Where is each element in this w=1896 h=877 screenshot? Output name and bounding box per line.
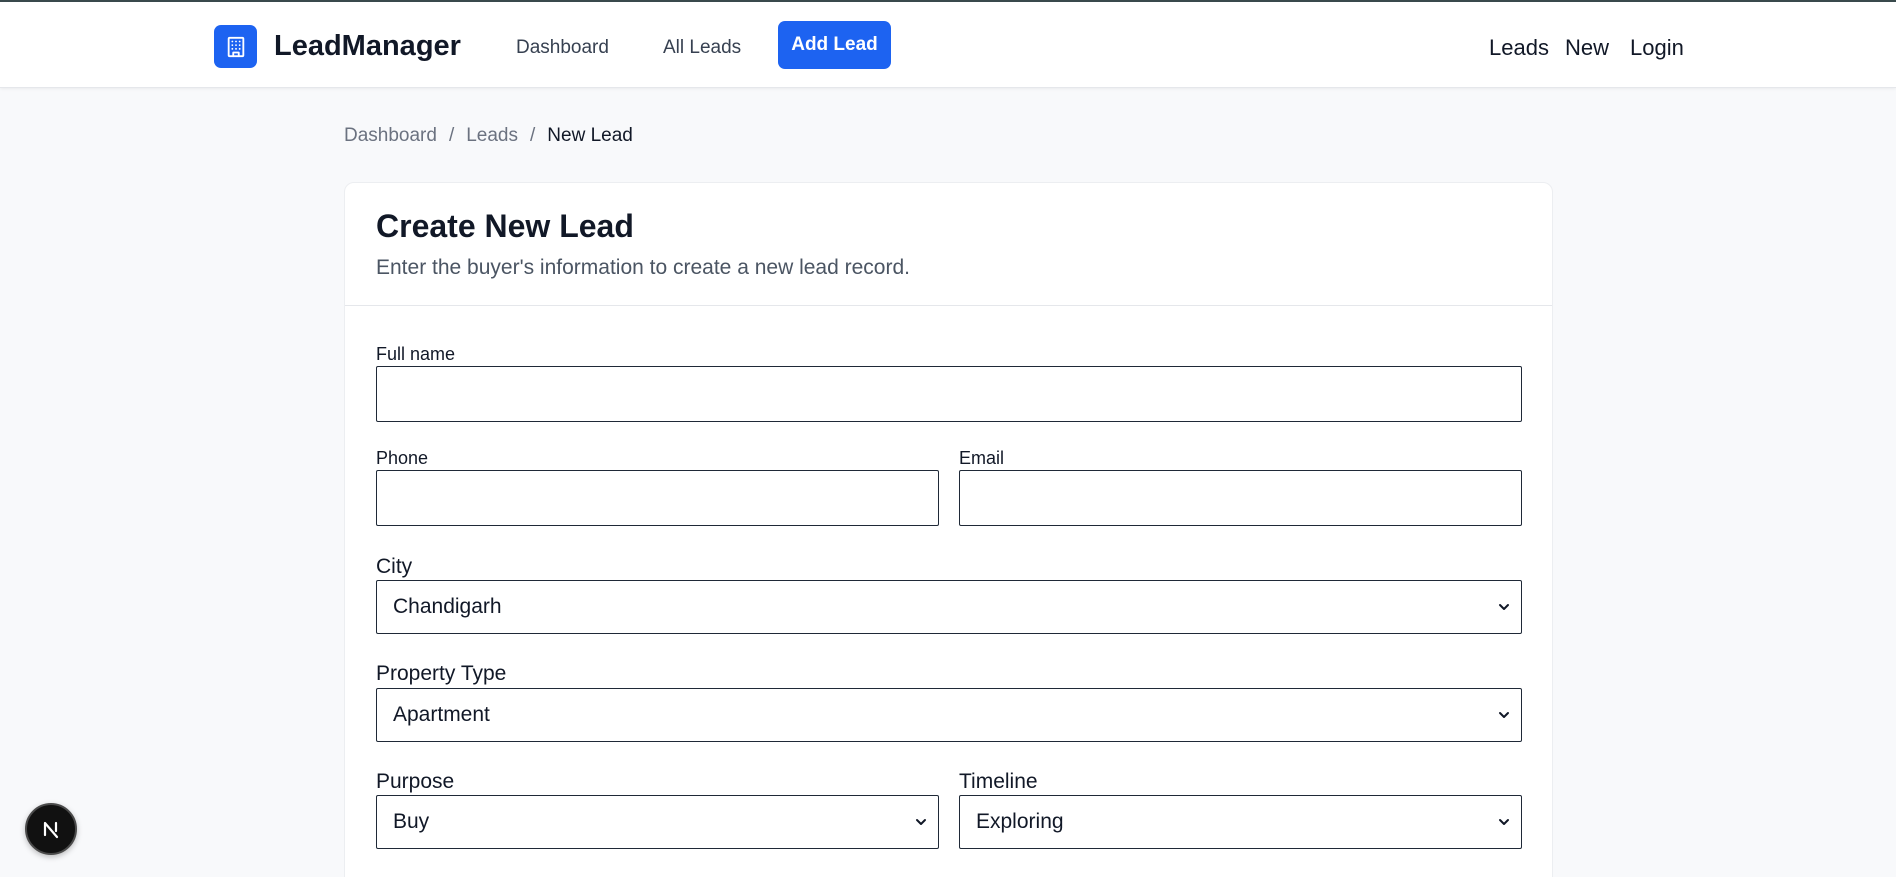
city-label: City — [376, 555, 413, 578]
nav-dashboard-link[interactable]: Dashboard — [516, 36, 609, 60]
timeline-label: Timeline — [959, 770, 1038, 793]
breadcrumb-current: New Lead — [547, 125, 633, 146]
dev-tools-badge[interactable] — [25, 803, 77, 855]
timeline-select[interactable]: Exploring — [959, 795, 1522, 849]
city-select[interactable]: Chandigarh — [376, 580, 1522, 634]
breadcrumb: Dashboard / Leads / New Lead — [344, 124, 633, 148]
email-input[interactable] — [959, 470, 1522, 526]
property-type-label: Property Type — [376, 662, 507, 685]
property-type-select[interactable]: Apartment — [376, 688, 1522, 742]
nav-all-leads-link[interactable]: All Leads — [663, 36, 741, 60]
purpose-label: Purpose — [376, 770, 455, 793]
timeline-select-value: Exploring — [976, 810, 1064, 833]
nav-add-lead-button[interactable]: Add Lead — [778, 21, 891, 69]
create-lead-card: Create New Lead Enter the buyer's inform… — [344, 182, 1553, 877]
top-navbar: LeadManager Dashboard All Leads Add Lead… — [0, 2, 1896, 88]
brand-name[interactable]: LeadManager — [274, 29, 461, 63]
breadcrumb-separator: / — [530, 125, 536, 146]
city-select-value: Chandigarh — [393, 595, 502, 618]
breadcrumb-dashboard-link[interactable]: Dashboard — [344, 124, 437, 148]
nav-login-link[interactable]: Login — [1630, 35, 1684, 61]
chevron-down-icon — [1499, 604, 1509, 610]
full-name-label: Full name — [376, 344, 456, 364]
nextjs-n-icon — [43, 821, 59, 839]
phone-label: Phone — [376, 448, 429, 468]
page-title: Create New Lead — [376, 208, 634, 244]
phone-input[interactable] — [376, 470, 939, 526]
chevron-down-icon — [916, 819, 926, 825]
card-header: Create New Lead Enter the buyer's inform… — [345, 183, 1552, 306]
chevron-down-icon — [1499, 712, 1509, 718]
building-icon — [227, 36, 244, 57]
purpose-select[interactable]: Buy — [376, 795, 939, 849]
brand-logo[interactable] — [214, 25, 257, 68]
full-name-input[interactable] — [376, 366, 1522, 422]
breadcrumb-leads-link[interactable]: Leads — [466, 124, 518, 148]
property-type-select-value: Apartment — [393, 703, 490, 726]
page-subtitle: Enter the buyer's information to create … — [376, 256, 910, 279]
nav-new-link[interactable]: New — [1565, 35, 1609, 61]
chevron-down-icon — [1499, 819, 1509, 825]
nav-leads-link[interactable]: Leads — [1489, 35, 1549, 61]
breadcrumb-separator: / — [448, 125, 455, 146]
purpose-select-value: Buy — [393, 810, 430, 833]
email-label: Email — [959, 448, 1005, 468]
